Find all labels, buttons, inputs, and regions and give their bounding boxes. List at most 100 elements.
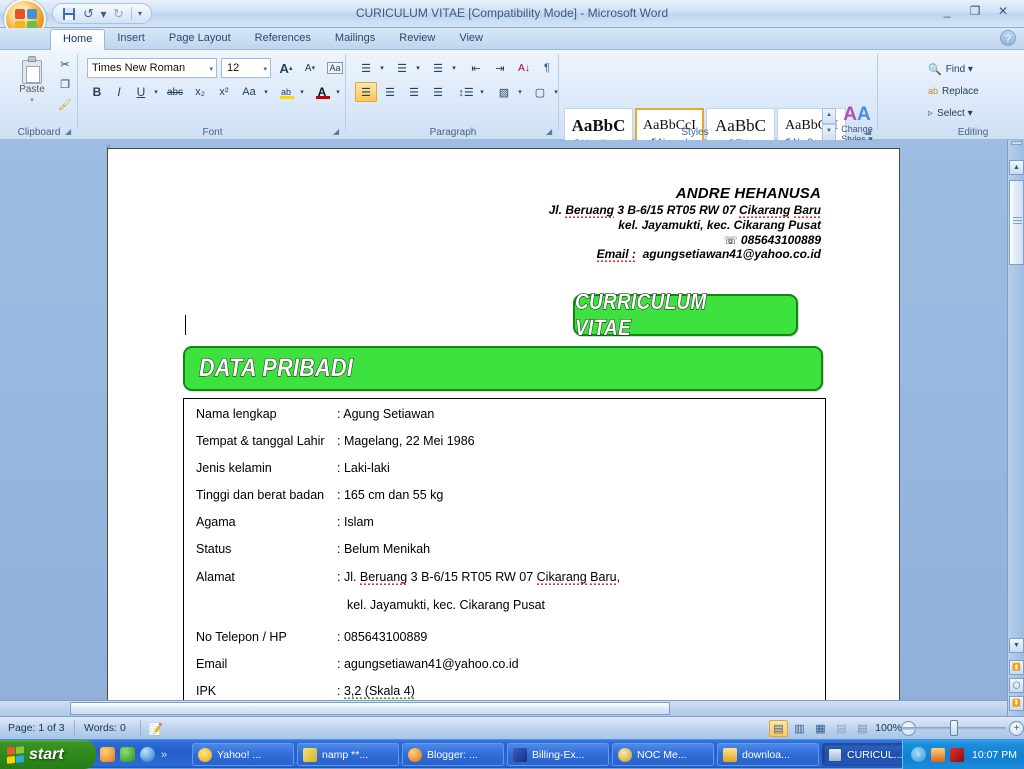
- split-window-handle[interactable]: [1011, 141, 1022, 145]
- quick-launch-opera-icon[interactable]: [120, 747, 135, 762]
- scroll-down-icon[interactable]: ▼: [1009, 638, 1024, 653]
- replace-button[interactable]: ab Replace: [928, 82, 979, 100]
- align-left-icon[interactable]: ☰: [355, 82, 377, 102]
- line-spacing-icon[interactable]: ↕☰: [455, 82, 477, 102]
- minimize-button[interactable]: _: [936, 4, 958, 20]
- start-button[interactable]: start: [0, 740, 96, 769]
- decrease-indent-icon[interactable]: ⇤: [465, 58, 487, 78]
- font-color-dropdown-icon[interactable]: ▾: [333, 82, 343, 102]
- shrink-font-icon[interactable]: A ▾: [299, 58, 321, 78]
- font-size-combo[interactable]: 12 ▾: [221, 58, 271, 78]
- tab-page-layout[interactable]: Page Layout: [157, 28, 243, 50]
- font-name-dropdown-icon[interactable]: ▾: [209, 65, 213, 73]
- quick-launch-ie-icon[interactable]: [140, 747, 155, 762]
- strikethrough-icon[interactable]: abc: [163, 82, 187, 102]
- task-button-noc[interactable]: NOC Me...: [612, 743, 714, 766]
- change-case-icon[interactable]: Aa: [237, 82, 261, 102]
- zoom-level[interactable]: 100%: [875, 722, 902, 734]
- subscript-icon[interactable]: x₂: [189, 82, 211, 102]
- paragraph-dialog-launcher[interactable]: ◢: [546, 127, 556, 137]
- view-web-layout-icon[interactable]: ▦: [811, 720, 830, 737]
- grow-font-icon[interactable]: A ▴: [275, 58, 297, 78]
- font-dialog-launcher[interactable]: ◢: [333, 127, 343, 137]
- vertical-scroll-thumb[interactable]: [1009, 180, 1024, 265]
- numbering-dropdown-icon[interactable]: ▾: [413, 58, 423, 78]
- task-button-yahoo[interactable]: Yahoo! ...: [192, 743, 294, 766]
- previous-page-icon[interactable]: ⏫: [1009, 660, 1024, 675]
- tab-view[interactable]: View: [447, 28, 495, 50]
- change-case-dropdown-icon[interactable]: ▾: [261, 82, 271, 102]
- horizontal-scroll-thumb[interactable]: [70, 702, 670, 715]
- find-button[interactable]: 🔍 Find ▾: [928, 60, 973, 78]
- numbering-icon[interactable]: ☰: [391, 58, 413, 78]
- cut-icon[interactable]: ✂: [56, 56, 74, 73]
- multilevel-list-icon[interactable]: ☰: [427, 58, 449, 78]
- task-button-blogger[interactable]: Blogger: ...: [402, 743, 504, 766]
- font-color-icon[interactable]: A: [311, 82, 333, 102]
- tab-mailings[interactable]: Mailings: [323, 28, 387, 50]
- select-browse-object-icon[interactable]: ◯: [1009, 678, 1024, 693]
- copy-icon[interactable]: ❐: [56, 76, 74, 93]
- view-draft-icon[interactable]: ▤: [853, 720, 872, 737]
- tab-home[interactable]: Home: [50, 29, 106, 50]
- shading-icon[interactable]: ▧: [493, 82, 515, 102]
- close-button[interactable]: ✕: [992, 4, 1014, 20]
- proofing-errors-icon[interactable]: 📝: [148, 722, 163, 736]
- superscript-icon[interactable]: x²: [213, 82, 235, 102]
- tray-antivirus-icon[interactable]: [950, 747, 964, 762]
- align-right-icon[interactable]: ☰: [403, 82, 425, 102]
- view-outline-icon[interactable]: ▤: [832, 720, 851, 737]
- styles-dialog-launcher[interactable]: ◢: [865, 127, 875, 137]
- show-formatting-marks-icon[interactable]: ¶: [537, 58, 557, 78]
- tray-expand-icon[interactable]: ‹: [911, 747, 926, 762]
- next-page-icon[interactable]: ⏬: [1009, 696, 1024, 711]
- format-painter-icon[interactable]: 🖌: [56, 96, 74, 113]
- help-icon[interactable]: ?: [1000, 30, 1016, 46]
- page-indicator[interactable]: Page: 1 of 3: [8, 722, 65, 734]
- multilevel-dropdown-icon[interactable]: ▾: [449, 58, 459, 78]
- underline-dropdown-icon[interactable]: ▾: [151, 82, 161, 102]
- align-center-icon[interactable]: ☰: [379, 82, 401, 102]
- task-button-downloads[interactable]: downloa...: [717, 743, 819, 766]
- clear-formatting-icon[interactable]: Aa: [323, 58, 347, 78]
- paste-button[interactable]: Paste ▾: [10, 56, 54, 112]
- font-size-dropdown-icon[interactable]: ▾: [263, 65, 267, 73]
- increase-indent-icon[interactable]: ⇥: [489, 58, 511, 78]
- select-button[interactable]: ▹ Select ▾: [928, 104, 973, 122]
- bullets-icon[interactable]: ☰: [355, 58, 377, 78]
- task-button-namp[interactable]: namp **...: [297, 743, 399, 766]
- quick-launch-firefox-icon[interactable]: [100, 747, 115, 762]
- zoom-slider[interactable]: [902, 720, 1006, 736]
- document-workspace[interactable]: ⌗ ANDRE HEHANUSA Jl. Beruang 3 B-6/15 RT…: [0, 140, 1024, 716]
- font-name-combo[interactable]: Times New Roman ▾: [87, 58, 217, 78]
- shading-dropdown-icon[interactable]: ▾: [515, 82, 525, 102]
- styles-scroll-up-icon[interactable]: ▲: [822, 108, 836, 125]
- horizontal-scrollbar[interactable]: [0, 700, 1007, 716]
- document-page[interactable]: ANDRE HEHANUSA Jl. Beruang 3 B-6/15 RT05…: [107, 148, 900, 716]
- tray-mail-icon[interactable]: [931, 747, 945, 762]
- text-highlight-icon[interactable]: ab: [275, 82, 297, 102]
- clipboard-dialog-launcher[interactable]: ◢: [65, 127, 75, 137]
- tab-review[interactable]: Review: [387, 28, 447, 50]
- highlight-dropdown-icon[interactable]: ▾: [297, 82, 307, 102]
- paste-dropdown-icon[interactable]: ▾: [30, 96, 34, 104]
- underline-icon[interactable]: U: [131, 82, 151, 102]
- italic-icon[interactable]: I: [109, 82, 129, 102]
- borders-icon[interactable]: ▢: [529, 82, 551, 102]
- vertical-scrollbar[interactable]: ▲ ▼ ⏫ ◯ ⏬: [1007, 140, 1024, 716]
- zoom-slider-knob[interactable]: [950, 720, 958, 736]
- tab-insert[interactable]: Insert: [105, 28, 157, 50]
- task-button-billing[interactable]: Billing-Ex...: [507, 743, 609, 766]
- sort-icon[interactable]: A↓: [513, 58, 535, 78]
- taskbar-clock[interactable]: 10:07 PM: [972, 749, 1017, 761]
- scroll-up-icon[interactable]: ▲: [1009, 160, 1024, 175]
- view-full-screen-reading-icon[interactable]: ▥: [790, 720, 809, 737]
- bold-icon[interactable]: B: [87, 82, 107, 102]
- tab-references[interactable]: References: [243, 28, 323, 50]
- justify-icon[interactable]: ☰: [427, 82, 449, 102]
- line-spacing-dropdown-icon[interactable]: ▾: [477, 82, 487, 102]
- zoom-in-button[interactable]: +: [1009, 721, 1024, 736]
- word-count[interactable]: Words: 0: [84, 722, 126, 734]
- view-print-layout-icon[interactable]: ▤: [769, 720, 788, 737]
- bullets-dropdown-icon[interactable]: ▾: [377, 58, 387, 78]
